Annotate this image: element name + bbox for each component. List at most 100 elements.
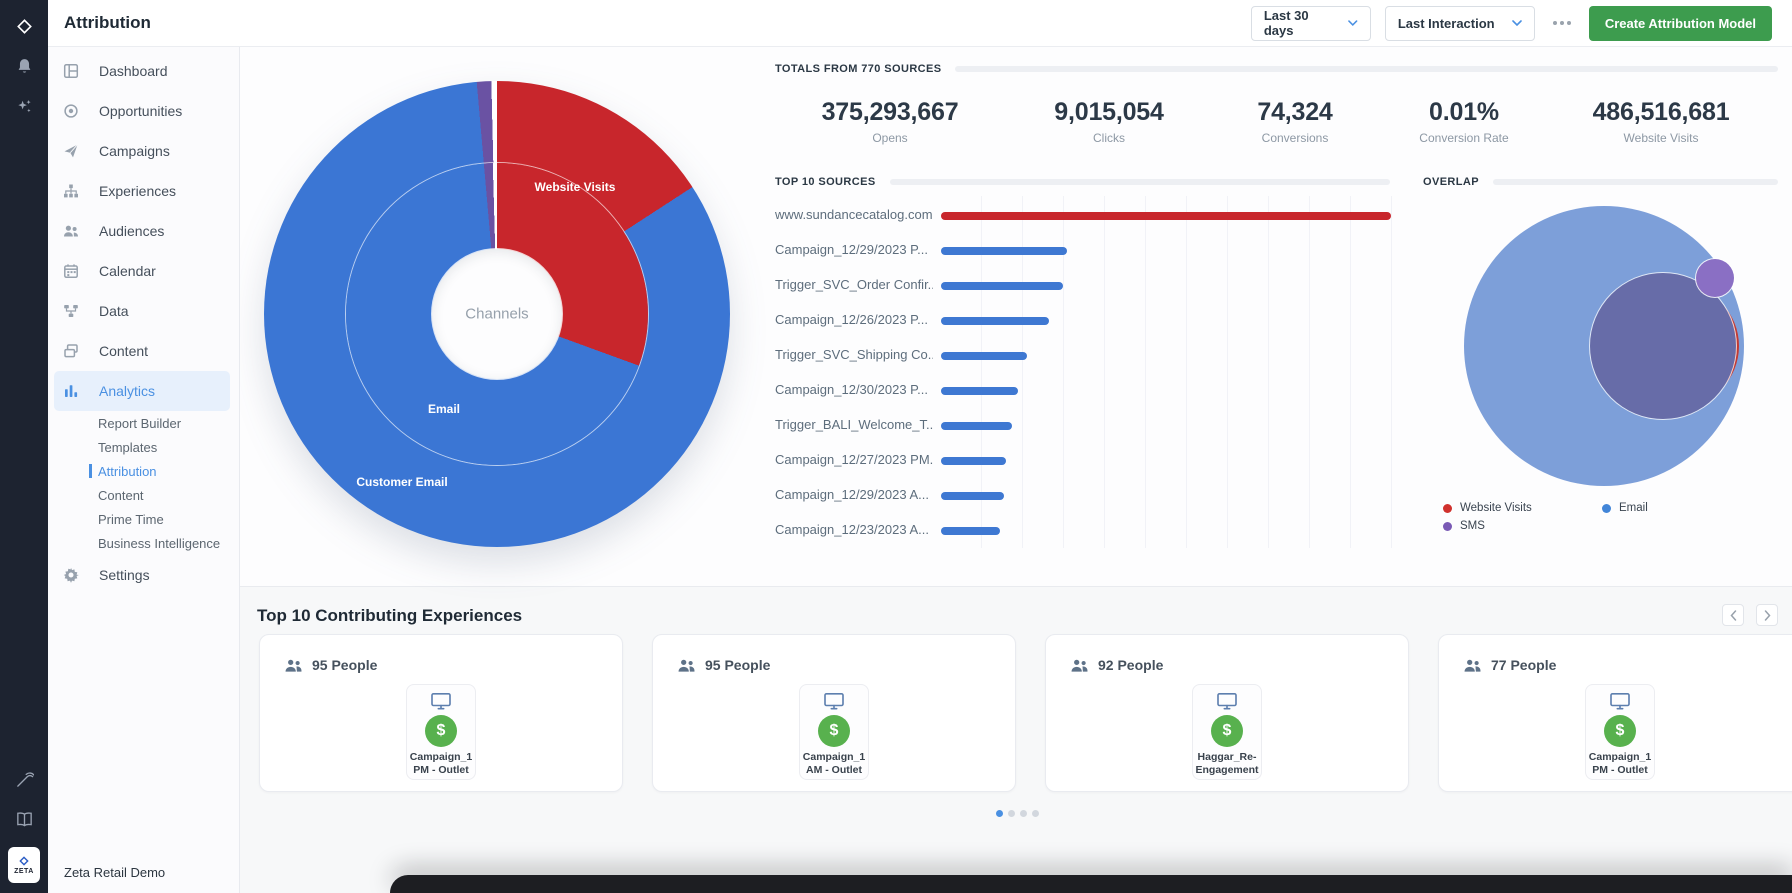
sidebar-item-campaigns[interactable]: Campaigns [54,131,230,171]
source-label[interactable]: Campaign_12/26/2023 P... [775,312,933,327]
sidebar-item-analytics[interactable]: Analytics [54,371,230,411]
zeta-brand-badge[interactable]: ZETA [8,847,40,883]
zeta-diamond-logo-icon[interactable] [12,14,36,38]
sidebar-subitem-business-intelligence[interactable]: Business Intelligence [48,531,239,555]
carousel-prev-button[interactable] [1722,604,1744,626]
source-label[interactable]: Trigger_BALI_Welcome_T... [775,417,933,432]
sidebar-subitem-templates[interactable]: Templates [48,435,239,459]
pagination-dot-4[interactable] [1032,810,1039,817]
chevron-down-icon [1512,20,1522,26]
sidebar-item-opportunities[interactable]: Opportunities [54,91,230,131]
experience-card[interactable]: 77 People $Campaign_1 PM - Outlet [1438,634,1792,792]
sidebar-item-label: Content [99,343,148,359]
legend-dot [1443,522,1452,531]
totals-section-header: TOTALS FROM 770 SOURCES [775,63,1778,75]
people-icon [1070,658,1089,673]
source-bar[interactable] [941,352,1027,360]
content-icon [63,342,81,360]
experience-name: Campaign_1 AM - Outlet [803,751,865,776]
sidebar-item-settings[interactable]: Settings [54,555,230,595]
more-options-button[interactable] [1549,15,1575,31]
stat-label: Clicks [1054,131,1163,145]
channels-sunburst-chart[interactable]: Channels Website Visits Email Customer E… [264,81,730,547]
source-label[interactable]: Campaign_12/27/2023 PM... [775,452,933,467]
chevron-down-icon [1348,20,1358,26]
source-bar[interactable] [941,317,1049,325]
people-count-label: 77 People [1491,657,1556,673]
source-bar[interactable] [941,282,1063,290]
experience-node[interactable]: $Campaign_1 AM - Outlet [799,684,869,780]
signal-status-icon[interactable] [12,767,36,791]
slice-label-email: Email [428,402,460,416]
people-count-label: 92 People [1098,657,1163,673]
stat-website-visits: 486,516,681Website Visits [1593,98,1730,145]
source-label[interactable]: www.sundancecatalog.com [775,207,933,222]
source-bar[interactable] [941,492,1004,500]
source-bar[interactable] [941,387,1018,395]
sidebar-subitem-report-builder[interactable]: Report Builder [48,411,239,435]
stat-value: 0.01% [1419,98,1508,127]
date-range-select[interactable]: Last 30 days [1251,6,1371,41]
source-label[interactable]: Trigger_SVC_Shipping Co... [775,347,933,362]
sidebar-subitem-prime-time[interactable]: Prime Time [48,507,239,531]
stat-value: 74,324 [1257,98,1332,127]
source-label[interactable]: Campaign_12/29/2023 A... [775,487,933,502]
sidebar-item-label: Campaigns [99,143,170,159]
experience-card[interactable]: 92 People $ Haggar_Re- Engagement [1045,634,1409,792]
workspace-name[interactable]: Zeta Retail Demo [64,865,165,880]
experience-node[interactable]: $Campaign_1 PM - Outlet [1585,684,1655,780]
chevron-left-icon [1730,610,1737,621]
source-bar[interactable] [941,212,1391,220]
venn-sms-circle[interactable] [1696,259,1734,297]
monitor-icon [430,692,452,711]
sidebar-item-calendar[interactable]: Calendar [54,251,230,291]
stat-value: 9,015,054 [1054,98,1163,127]
legend-dot [1602,504,1611,513]
sidebar-item-label: Settings [99,567,150,583]
pagination-dot-2[interactable] [1008,810,1015,817]
sparkles-icon[interactable] [12,94,36,118]
source-label[interactable]: Campaign_12/23/2023 A... [775,522,933,537]
top-sources-header-label: TOP 10 SOURCES [775,176,876,188]
pagination-dot-3[interactable] [1020,810,1027,817]
pagination-dot-1[interactable] [996,810,1003,817]
source-bar[interactable] [941,247,1067,255]
stat-clicks: 9,015,054 Clicks [1054,98,1163,145]
notifications-bell-icon[interactable] [12,54,36,78]
overlap-header-label: OVERLAP [1423,176,1479,188]
source-label[interactable]: Campaign_12/30/2023 P... [775,382,933,397]
knowledge-book-icon[interactable] [12,807,36,831]
stat-conversion-rate: 0.01%Conversion Rate [1419,98,1508,145]
experience-card[interactable]: 95 People$Campaign_1 PM - Outlet [259,634,623,792]
sidebar-item-label: Audiences [99,223,164,239]
experience-node[interactable]: $Campaign_1 PM - Outlet [406,684,476,780]
stat-opens: 375,293,667Opens [822,98,959,145]
revenue-dollar-icon: $ [1211,715,1243,747]
carousel-next-button[interactable] [1756,604,1778,626]
experience-card[interactable]: 95 People$Campaign_1 AM - Outlet [652,634,1016,792]
stat-value: 375,293,667 [822,98,959,127]
legend-item-website-visits[interactable]: Website Visits [1443,502,1532,514]
source-label[interactable]: Trigger_SVC_Order Confir... [775,277,933,292]
sidebar-item-content[interactable]: Content [54,331,230,371]
app-icon-rail: ZETA [0,0,48,893]
legend-item-sms[interactable]: SMS [1443,520,1485,532]
experience-name: Haggar_Re- Engagement [1195,751,1258,776]
sidebar-item-data[interactable]: Data [54,291,230,331]
sidebar-item-experiences[interactable]: Experiences [54,171,230,211]
sidebar-item-audiences[interactable]: Audiences [54,211,230,251]
attribution-model-select[interactable]: Last Interaction [1385,6,1535,41]
sidebar-subitem-attribution[interactable]: Attribution [48,459,239,483]
zeta-badge-text: ZETA [14,868,34,875]
source-bar[interactable] [941,422,1012,430]
slice-label-customer-email: Customer Email [356,475,447,489]
source-bar[interactable] [941,457,1006,465]
create-attribution-model-button[interactable]: Create Attribution Model [1589,6,1772,41]
experience-node[interactable]: $ Haggar_Re- Engagement [1192,684,1262,780]
legend-item-email[interactable]: Email [1602,502,1648,514]
slice-label-website-visits: Website Visits [535,180,616,194]
source-label[interactable]: Campaign_12/29/2023 P... [775,242,933,257]
sidebar-subitem-content[interactable]: Content [48,483,239,507]
sidebar-item-dashboard[interactable]: Dashboard [54,51,230,91]
source-bar[interactable] [941,527,1000,535]
